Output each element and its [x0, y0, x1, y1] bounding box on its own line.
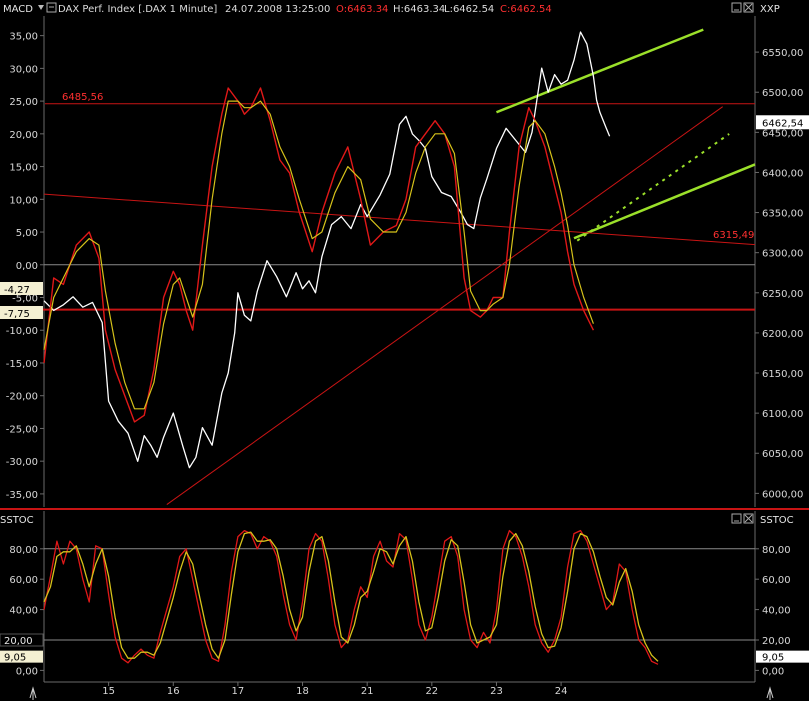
x-tick-label: 22 — [425, 686, 438, 697]
stoch-value-label: 9,05 — [4, 653, 26, 664]
x-tick-label: 15 — [102, 686, 115, 697]
price-tick-label: 6250,00 — [762, 289, 803, 300]
sstoc-left-label: SSTOC — [0, 515, 34, 526]
stoch-tick-label-left: 40,00 — [9, 606, 38, 617]
x-tick-label: 18 — [296, 686, 309, 697]
price-tick-label: 6100,00 — [762, 409, 803, 420]
macd-tick-label: -35,00 — [6, 490, 38, 501]
price-tick-label: 6350,00 — [762, 209, 803, 220]
price-tick-label: 6200,00 — [762, 329, 803, 340]
macd-tick-label: -15,00 — [6, 359, 38, 370]
stoch-value-label: 20,00 — [4, 636, 33, 647]
value-label-text: -4,27 — [4, 285, 30, 296]
stoch-tick-label-right: 0,00 — [762, 666, 784, 677]
stoch-tick-label-right: 60,00 — [762, 575, 791, 586]
price-axis-name: XXP — [760, 4, 780, 15]
price-tick-label: 6500,00 — [762, 88, 803, 99]
stoch-tick-label-right: 80,00 — [762, 545, 791, 556]
macd-tick-label: 20,00 — [9, 130, 38, 141]
chart-canvas: MACD DAX Perf. Index [.DAX 1 Minute] 24.… — [0, 0, 809, 701]
macd-tick-label: 35,00 — [9, 32, 38, 43]
macd-tick-label: 30,00 — [9, 64, 38, 75]
x-tick-label: 21 — [361, 686, 374, 697]
price-tick-label: 6300,00 — [762, 249, 803, 260]
header-datetime: 24.07.2008 13:25:00 — [225, 4, 330, 15]
stoch-tick-label-right: 40,00 — [762, 606, 791, 617]
sstoc-right-label: SSTOC — [760, 515, 794, 526]
x-tick-label: 24 — [555, 686, 568, 697]
current-price-label: 6462,54 — [762, 118, 803, 129]
macd-tick-label: 0,00 — [16, 261, 38, 272]
macd-label: MACD — [3, 4, 33, 15]
x-tick-label: 16 — [167, 686, 180, 697]
macd-tick-label: 25,00 — [9, 97, 38, 108]
value-label-text: -7,75 — [4, 309, 30, 320]
macd-tick-label: 10,00 — [9, 195, 38, 206]
macd-tick-label: -20,00 — [6, 392, 38, 403]
price-tick-label: 6150,00 — [762, 369, 803, 380]
stoch-tick-label-right: 20,00 — [762, 636, 791, 647]
macd-tick-label: 15,00 — [9, 163, 38, 174]
macd-tick-label: -10,00 — [6, 326, 38, 337]
instrument-name: DAX Perf. Index [.DAX 1 Minute] — [58, 4, 217, 15]
stoch-current-label: 9,05 — [762, 653, 784, 664]
open-value: O:6463.34 — [336, 4, 388, 15]
price-tick-label: 6550,00 — [762, 48, 803, 59]
stoch-tick-label-left: 60,00 — [9, 575, 38, 586]
macd-tick-label: -30,00 — [6, 457, 38, 468]
x-tick-label: 23 — [490, 686, 503, 697]
price-tick-label: 6450,00 — [762, 128, 803, 139]
price-tick-label: 6400,00 — [762, 168, 803, 179]
high-value: H:6463.34 — [393, 4, 445, 15]
x-tick-label: 17 — [232, 686, 245, 697]
level-label: 6315,49 — [713, 230, 754, 241]
macd-tick-label: -25,00 — [6, 424, 38, 435]
level-label: 6485,56 — [62, 92, 103, 103]
price-tick-label: 6000,00 — [762, 489, 803, 500]
macd-tick-label: 5,00 — [16, 228, 38, 239]
stoch-tick-label-left: 0,00 — [16, 666, 38, 677]
price-tick-label: 6050,00 — [762, 449, 803, 460]
low-value: L:6462.54 — [444, 4, 494, 15]
close-value: C:6462.54 — [500, 4, 552, 15]
header-bar: MACD DAX Perf. Index [.DAX 1 Minute] 24.… — [0, 0, 809, 16]
stoch-tick-label-left: 80,00 — [9, 545, 38, 556]
